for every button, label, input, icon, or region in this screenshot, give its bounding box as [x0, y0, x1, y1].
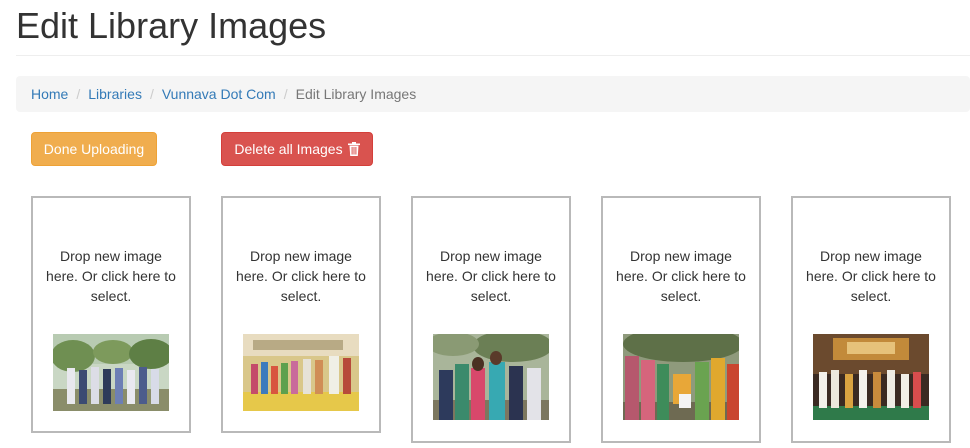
breadcrumb-library[interactable]: Vunnava Dot Com: [162, 86, 276, 102]
breadcrumb-separator: /: [283, 86, 288, 102]
library-image-thumbnail: [813, 334, 929, 420]
delete-all-images-button[interactable]: Delete all Images: [221, 132, 373, 166]
image-drop-zone[interactable]: Drop new image here. Or click here to se…: [791, 196, 951, 443]
drop-instructions: Drop new image here. Or click here to se…: [806, 248, 936, 304]
page-title: Edit Library Images: [16, 5, 327, 46]
image-drop-zone[interactable]: Drop new image here. Or click here to se…: [411, 196, 571, 443]
image-drop-zone[interactable]: Drop new image here. Or click here to se…: [221, 196, 381, 433]
breadcrumb: Home / Libraries / Vunnava Dot Com / Edi…: [16, 76, 970, 112]
image-drop-zone[interactable]: Drop new image here. Or click here to se…: [601, 196, 761, 443]
breadcrumb-libraries[interactable]: Libraries: [88, 86, 142, 102]
library-image-thumbnail: [243, 334, 359, 411]
done-uploading-label: Done Uploading: [43, 141, 145, 157]
drop-instructions: Drop new image here. Or click here to se…: [236, 248, 366, 304]
image-drop-zone[interactable]: Drop new image here. Or click here to se…: [31, 196, 191, 433]
library-image-thumbnail: [623, 334, 739, 420]
drop-instructions: Drop new image here. Or click here to se…: [426, 248, 556, 304]
library-image-thumbnail: [53, 334, 169, 411]
drop-instructions: Drop new image here. Or click here to se…: [616, 248, 746, 304]
done-uploading-button[interactable]: Done Uploading: [31, 132, 157, 166]
breadcrumb-current: Edit Library Images: [295, 86, 417, 102]
breadcrumb-home[interactable]: Home: [31, 86, 68, 102]
library-image-thumbnail: [433, 334, 549, 420]
delete-all-images-label: Delete all Images: [234, 141, 343, 157]
breadcrumb-separator: /: [149, 86, 154, 102]
title-divider: [16, 55, 970, 56]
breadcrumb-separator: /: [76, 86, 81, 102]
drop-instructions: Drop new image here. Or click here to se…: [46, 248, 176, 304]
trash-icon: [347, 142, 360, 156]
